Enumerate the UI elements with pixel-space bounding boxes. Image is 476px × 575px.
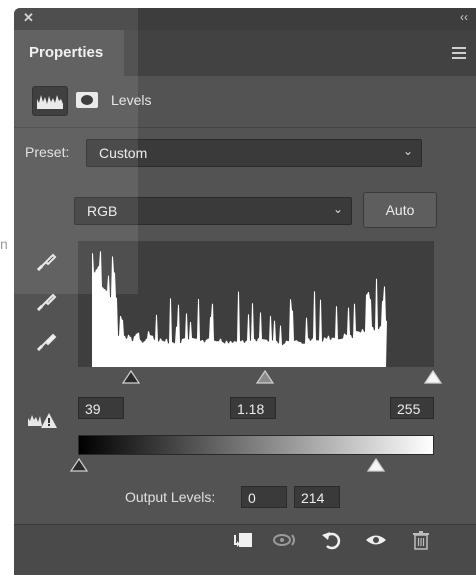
panel-tab-row: Properties [14, 30, 476, 76]
input-levels-slider[interactable] [78, 370, 442, 384]
white-input-handle[interactable] [424, 370, 442, 384]
chevron-down-icon: ⌄ [332, 202, 343, 216]
edge-text: n [0, 236, 8, 252]
trash-icon[interactable] [407, 526, 435, 554]
collapse-icon[interactable]: ‹‹ [460, 10, 468, 24]
gamma-input-handle[interactable] [256, 370, 274, 384]
channel-value: RGB [87, 203, 118, 219]
auto-button[interactable]: Auto [363, 192, 437, 228]
close-icon[interactable]: ✕ [23, 10, 34, 26]
output-gradient-bar [78, 435, 434, 455]
white-input-field[interactable]: 255 [390, 397, 434, 419]
layer-mask-icon[interactable] [74, 86, 100, 114]
black-input-field[interactable]: 39 [78, 397, 124, 419]
white-output-handle[interactable] [367, 458, 385, 472]
output-levels-label: Output Levels: [125, 489, 216, 505]
histogram-graph [92, 251, 387, 367]
divider [14, 127, 476, 128]
gamma-input-field[interactable]: 1.18 [230, 397, 276, 419]
white-point-eyedropper-icon[interactable] [34, 330, 58, 354]
output-low-field[interactable]: 0 [241, 486, 287, 508]
adjustment-name: Levels [111, 92, 152, 108]
output-levels-slider[interactable] [70, 458, 434, 472]
levels-histogram-icon[interactable] [32, 86, 68, 116]
preset-label: Preset: [25, 144, 70, 160]
preset-value: Custom [99, 145, 148, 161]
panel-menu-icon[interactable] [452, 47, 466, 59]
black-point-eyedropper-icon[interactable] [34, 250, 58, 274]
black-output-handle[interactable] [70, 458, 88, 472]
properties-panel: ✕ ‹‹ Properties Levels Preset: Custom ⌄ … [14, 8, 476, 575]
black-input-handle[interactable] [122, 370, 140, 384]
clipping-warning-icon[interactable] [26, 410, 58, 430]
tab-properties[interactable]: Properties [14, 30, 124, 76]
histogram [78, 241, 434, 367]
reset-icon[interactable] [318, 526, 346, 554]
panel-title-bar: ✕ ‹‹ [14, 8, 476, 30]
channel-select[interactable]: RGB ⌄ [74, 197, 352, 225]
toggle-previous-state-icon[interactable] [270, 526, 298, 554]
chevron-down-icon: ⌄ [402, 144, 413, 158]
clip-to-layer-icon[interactable] [228, 526, 256, 554]
panel-title: Properties [29, 44, 104, 61]
gray-point-eyedropper-icon[interactable] [34, 290, 58, 314]
preset-select[interactable]: Custom ⌄ [86, 139, 422, 167]
output-high-field[interactable]: 214 [294, 486, 340, 508]
visibility-eye-icon[interactable] [362, 526, 390, 554]
